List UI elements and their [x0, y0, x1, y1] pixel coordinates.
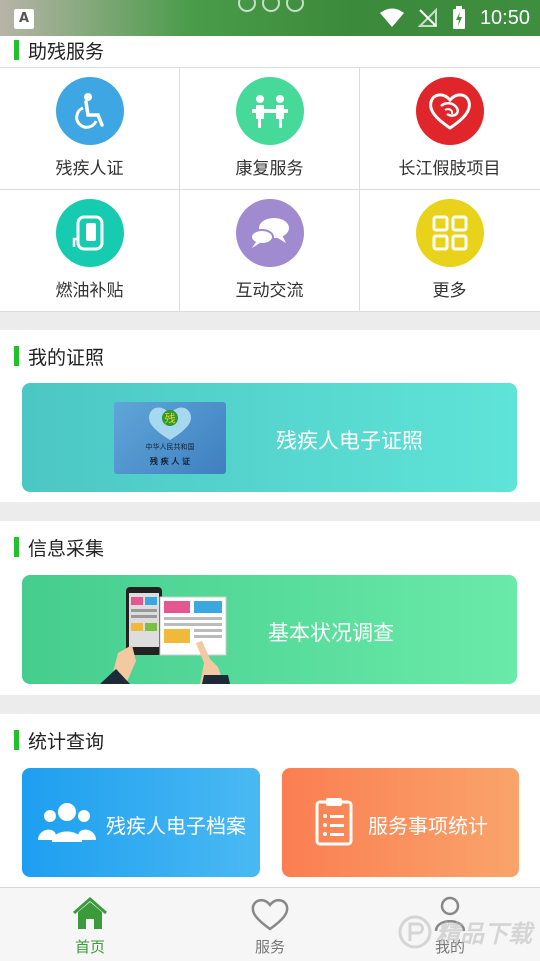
disability-card-image: 残 中华人民共和国 残 疾 人 证 — [114, 402, 226, 474]
service-statistics-button[interactable]: 服务事项统计 — [282, 768, 519, 877]
service-rehab[interactable]: 康复服务 — [180, 68, 360, 190]
statistics-button-text: 服务事项统计 — [368, 814, 488, 838]
svg-text:残: 残 — [165, 411, 176, 425]
tab-home[interactable]: 首页 — [40, 888, 140, 961]
watermark: 精品下载 — [398, 914, 532, 949]
service-label: 康复服务 — [235, 159, 304, 179]
watermark-logo-icon — [398, 915, 432, 948]
card-text-line1: 中华人民共和国 — [145, 443, 195, 451]
wheelchair-icon — [56, 77, 124, 145]
no-signal-icon — [417, 8, 437, 27]
archive-button-text: 残疾人电子档案 — [106, 814, 246, 838]
license-banner-text: 残疾人电子证照 — [276, 429, 423, 453]
fuel-pump-icon — [56, 199, 124, 267]
electronic-license-banner[interactable]: 残 中华人民共和国 残 疾 人 证 残疾人电子证照 — [22, 383, 517, 492]
info-title: 信息采集 — [14, 535, 104, 560]
service-fuel-subsidy[interactable]: 燃油补贴 — [0, 190, 180, 312]
service-disability-card[interactable]: 残疾人证 — [0, 68, 180, 190]
service-label: 残疾人证 — [55, 159, 124, 179]
grid-more-icon — [416, 199, 484, 267]
electronic-archive-button[interactable]: 残疾人电子档案 — [22, 768, 260, 877]
battery-charging-icon — [452, 6, 465, 29]
services-grid: 残疾人证 康复服务 长江假肢项目 燃油补贴 互动交流 更多 — [0, 67, 540, 312]
wifi-icon — [379, 8, 404, 27]
service-label: 长江假肢项目 — [398, 159, 501, 179]
app-notification-icon: A — [14, 9, 34, 29]
card-text-line2: 残 疾 人 证 — [149, 456, 191, 466]
clipboard-list-icon — [315, 798, 353, 846]
basic-survey-banner[interactable]: 基本状况调查 — [22, 575, 517, 684]
service-more[interactable]: 更多 — [360, 190, 540, 312]
home-icon — [73, 897, 107, 929]
heart-hand-icon — [416, 77, 484, 145]
service-prosthesis[interactable]: 长江假肢项目 — [360, 68, 540, 190]
stats-title: 统计查询 — [14, 728, 104, 753]
service-label: 燃油补贴 — [55, 281, 124, 301]
survey-banner-text: 基本状况调查 — [268, 621, 394, 645]
banner-indicator-dots — [238, 0, 310, 16]
service-label: 更多 — [432, 281, 467, 301]
service-interaction[interactable]: 互动交流 — [180, 190, 360, 312]
info-section: 信息采集 基本状况调查 — [0, 521, 540, 695]
status-bar: A 10:50 — [0, 0, 540, 36]
survey-illustration — [100, 587, 230, 684]
chat-bubbles-icon — [236, 199, 304, 267]
service-label: 互动交流 — [235, 281, 304, 301]
tab-label: 服务 — [254, 938, 285, 956]
people-group-icon — [38, 803, 96, 842]
bottom-tab-bar: 首页 服务 我的 精品下载 — [0, 887, 540, 961]
tab-label: 首页 — [74, 938, 105, 956]
rehab-icon — [236, 77, 304, 145]
services-title: 助残服务 — [14, 38, 104, 63]
license-section: 我的证照 残 中华人民共和国 残 疾 人 证 残疾人电子证照 — [0, 330, 540, 502]
services-section: 助残服务 残疾人证 康复服务 长江假肢项目 燃油补贴 互动交流 更多 — [0, 36, 540, 312]
tab-service[interactable]: 服务 — [220, 888, 320, 961]
heart-icon — [251, 899, 289, 931]
stats-section: 统计查询 残疾人电子档案 服务事项统计 — [0, 714, 540, 887]
license-title: 我的证照 — [14, 344, 104, 369]
status-time: 10:50 — [479, 6, 530, 29]
